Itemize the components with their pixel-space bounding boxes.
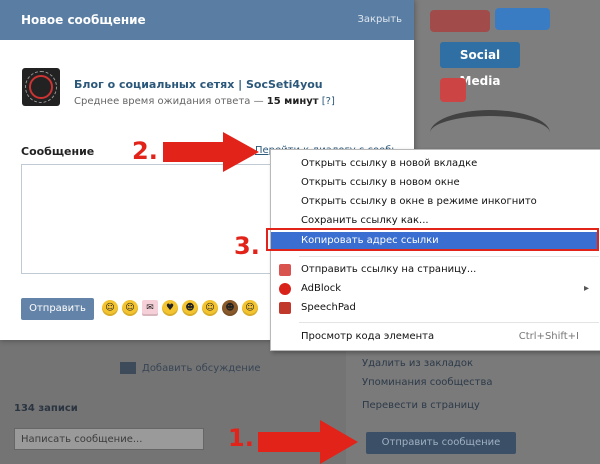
menu-send-link-label: Отправить ссылку на страницу...: [301, 264, 477, 275]
sign-red: [430, 10, 490, 32]
step-2-arrow-icon: [163, 132, 259, 172]
menu-inspect-shortcut: Ctrl+Shift+I: [518, 331, 579, 342]
kiss-emoji-icon[interactable]: ☺: [122, 300, 138, 316]
sign-blue: [495, 8, 550, 30]
social-media-sign: Social Media: [440, 42, 520, 88]
context-menu: Открыть ссылку в новой вкладке Открыть с…: [270, 149, 600, 351]
add-discussion-label: Добавить обсуждение: [142, 363, 261, 374]
speechpad-icon: [279, 302, 291, 314]
step-2-label: 2.: [132, 137, 158, 165]
side-link-remove-bookmark[interactable]: Удалить из закладок: [362, 358, 473, 369]
wait-time: Среднее время ожидания ответа — 15 минут…: [74, 96, 335, 107]
add-discussion[interactable]: Добавить обсуждение: [120, 362, 260, 374]
letter-emoji-icon[interactable]: ✉: [142, 300, 158, 316]
wait-value: 15 минут: [266, 96, 319, 107]
smile-emoji-icon[interactable]: ☺: [102, 300, 118, 316]
message-label: Сообщение: [21, 145, 95, 158]
wait-help-link[interactable]: [?]: [322, 96, 335, 107]
send-button[interactable]: Отправить: [21, 298, 94, 320]
send-message-button[interactable]: Отправить сообщение: [366, 432, 516, 454]
menu-open-incognito[interactable]: Открыть ссылку в окне в режиме инкогнито: [271, 193, 599, 211]
menu-open-new-window[interactable]: Открыть ссылку в новом окне: [271, 174, 599, 192]
chat-icon: [120, 362, 136, 374]
community-avatar[interactable]: [22, 68, 60, 106]
step-1-label: 1.: [228, 424, 254, 452]
emoji-bar: ☺ ☺ ✉ ♥ ☻ ☺ ☻ ☺: [102, 300, 258, 316]
side-link-convert-page[interactable]: Перевести в страницу: [362, 400, 480, 411]
adblock-icon: [279, 283, 291, 295]
posts-count: 134 записи: [14, 403, 78, 414]
menu-separator: [299, 256, 599, 257]
step-1-arrow-icon: [258, 420, 358, 464]
menu-open-new-tab[interactable]: Открыть ссылку в новой вкладке: [271, 155, 599, 173]
submenu-arrow-icon: ▸: [583, 283, 589, 294]
wait-prefix: Среднее время ожидания ответа —: [74, 96, 264, 107]
wall-message-input[interactable]: Написать сообщение...: [14, 428, 204, 450]
menu-inspect-label: Просмотр кода элемента: [301, 331, 435, 342]
close-button[interactable]: Закрыть: [357, 14, 402, 25]
menu-save-link-as[interactable]: Сохранить ссылку как...: [271, 212, 599, 230]
step-3-label: 3.: [234, 232, 260, 260]
community-name[interactable]: Блог о социальных сетях | SocSeti4you: [74, 78, 323, 91]
menu-adblock-label: AdBlock: [301, 283, 342, 294]
menu-speechpad[interactable]: SpeechPad: [271, 299, 599, 317]
heart-eyes-emoji-icon[interactable]: ♥: [162, 300, 178, 316]
heart-sign: [440, 78, 466, 102]
avatar-logo: [29, 75, 53, 99]
modal-title: Новое сообщение: [21, 13, 146, 27]
side-link-mentions[interactable]: Упоминания сообщества: [362, 377, 493, 388]
laugh-emoji-icon[interactable]: ☺: [202, 300, 218, 316]
share-icon: [279, 264, 291, 276]
blush-emoji-icon[interactable]: ☺: [242, 300, 258, 316]
menu-adblock[interactable]: AdBlock ▸: [271, 280, 599, 298]
menu-copy-link-address[interactable]: Копировать адрес ссылки: [271, 232, 599, 250]
menu-inspect-element[interactable]: Просмотр кода элемента Ctrl+Shift+I: [271, 328, 599, 346]
menu-send-link[interactable]: Отправить ссылку на страницу...: [271, 261, 599, 279]
grin-emoji-icon[interactable]: ☻: [182, 300, 198, 316]
monkey-emoji-icon[interactable]: ☻: [222, 300, 238, 316]
menu-separator: [299, 322, 599, 323]
modal-header: Новое сообщение Закрыть: [0, 0, 414, 40]
menu-speechpad-label: SpeechPad: [301, 302, 356, 313]
